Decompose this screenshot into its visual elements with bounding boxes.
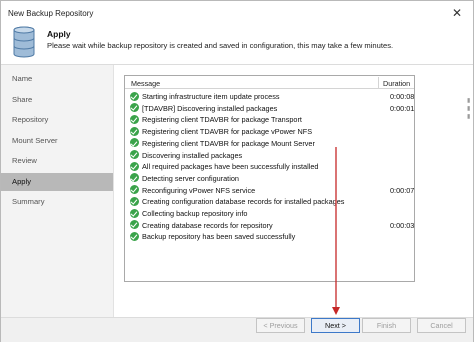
- column-divider: [378, 77, 379, 88]
- new-backup-repository-window: New Backup Repository ✕ Apply Please wai…: [0, 0, 474, 342]
- apply-log-table[interactable]: Message Duration Starting infrastructure…: [124, 75, 415, 282]
- sidebar-item-repository[interactable]: Repository: [1, 111, 113, 129]
- table-row[interactable]: Registering client TDAVBR for package vP…: [125, 125, 414, 137]
- log-message: Reconfiguring vPower NFS service: [142, 185, 256, 195]
- table-row[interactable]: Registering client TDAVBR for package Tr…: [125, 113, 414, 125]
- log-duration: 0:00:03: [390, 220, 415, 230]
- log-message: Starting infrastructure item update proc…: [142, 92, 280, 101]
- table-row[interactable]: Backup repository has been saved success…: [125, 230, 414, 242]
- step-description: Please wait while backup repository is c…: [47, 41, 394, 50]
- sidebar-item-share[interactable]: Share: [1, 91, 113, 109]
- next-button[interactable]: Next >: [311, 318, 360, 333]
- sidebar-item-summary[interactable]: Summary: [1, 193, 113, 211]
- success-check-icon: [130, 220, 139, 230]
- cancel-button[interactable]: Cancel: [417, 318, 466, 333]
- sidebar-item-mount-server[interactable]: Mount Server: [1, 132, 113, 150]
- close-icon[interactable]: ✕: [447, 6, 467, 20]
- database-icon: [13, 26, 35, 58]
- column-header-duration[interactable]: Duration: [383, 79, 410, 88]
- success-check-icon: [130, 196, 139, 206]
- log-duration: 0:00:07: [390, 185, 415, 195]
- step-title: Apply: [47, 29, 71, 39]
- table-row[interactable]: Reconfiguring vPower NFS service 0:00:07: [125, 184, 414, 196]
- table-row[interactable]: Creating database records for repository…: [125, 219, 414, 231]
- sidebar-item-review[interactable]: Review: [1, 152, 113, 170]
- wizard-header: Apply Please wait while backup repositor…: [1, 23, 473, 65]
- log-message: Registering client TDAVBR for package Mo…: [142, 138, 315, 148]
- log-message: [TDAVBR] Discovering installed packages: [142, 103, 278, 113]
- log-message: Discovering installed packages: [142, 150, 243, 160]
- success-check-icon: [130, 231, 139, 241]
- table-row[interactable]: Discovering installed packages: [125, 149, 414, 161]
- success-check-icon: [130, 208, 139, 218]
- wizard-steps-sidebar: Name Share Repository Mount Server Revie…: [1, 65, 114, 317]
- log-message: Detecting server configuration: [142, 173, 239, 183]
- success-check-icon: [130, 103, 139, 113]
- title-bar: New Backup Repository ✕: [1, 1, 473, 23]
- success-check-icon: [130, 126, 139, 136]
- success-check-icon: [130, 185, 139, 195]
- table-row[interactable]: All required packages have been successf…: [125, 160, 414, 172]
- truncated-scrollbar-marks: ▮ ▮ ▮: [467, 98, 471, 120]
- table-row[interactable]: Collecting backup repository info: [125, 207, 414, 219]
- table-row[interactable]: Detecting server configuration: [125, 172, 414, 184]
- log-message: Registering client TDAVBR for package vP…: [142, 127, 313, 137]
- table-row[interactable]: Creating configuration database records …: [125, 195, 414, 207]
- log-duration: 0:00:08: [390, 92, 415, 101]
- success-check-icon: [130, 114, 139, 124]
- success-check-icon: [130, 150, 139, 159]
- success-check-icon: [130, 91, 139, 101]
- sidebar-item-name[interactable]: Name: [1, 70, 113, 88]
- log-duration: 0:00:01: [390, 103, 415, 113]
- table-header: Message Duration: [125, 76, 414, 89]
- log-message: All required packages have been successf…: [142, 162, 319, 172]
- window-title: New Backup Repository: [8, 9, 94, 18]
- log-message: Creating database records for repository: [142, 220, 273, 230]
- log-message: Backup repository has been saved success…: [142, 232, 296, 242]
- log-message: Registering client TDAVBR for package Tr…: [142, 115, 302, 125]
- success-check-icon: [130, 138, 139, 148]
- success-check-icon: [130, 161, 139, 171]
- sidebar-item-apply[interactable]: Apply: [1, 173, 113, 191]
- table-row[interactable]: [TDAVBR] Discovering installed packages 0…: [125, 102, 414, 114]
- previous-button[interactable]: < Previous: [256, 318, 305, 333]
- log-message: Creating configuration database records …: [142, 197, 345, 207]
- finish-button[interactable]: Finish: [362, 318, 411, 333]
- column-header-message[interactable]: Message: [131, 79, 160, 88]
- success-check-icon: [130, 173, 139, 183]
- log-message: Collecting backup repository info: [142, 209, 248, 218]
- table-row[interactable]: Starting infrastructure item update proc…: [125, 90, 414, 102]
- table-row[interactable]: Registering client TDAVBR for package Mo…: [125, 137, 414, 149]
